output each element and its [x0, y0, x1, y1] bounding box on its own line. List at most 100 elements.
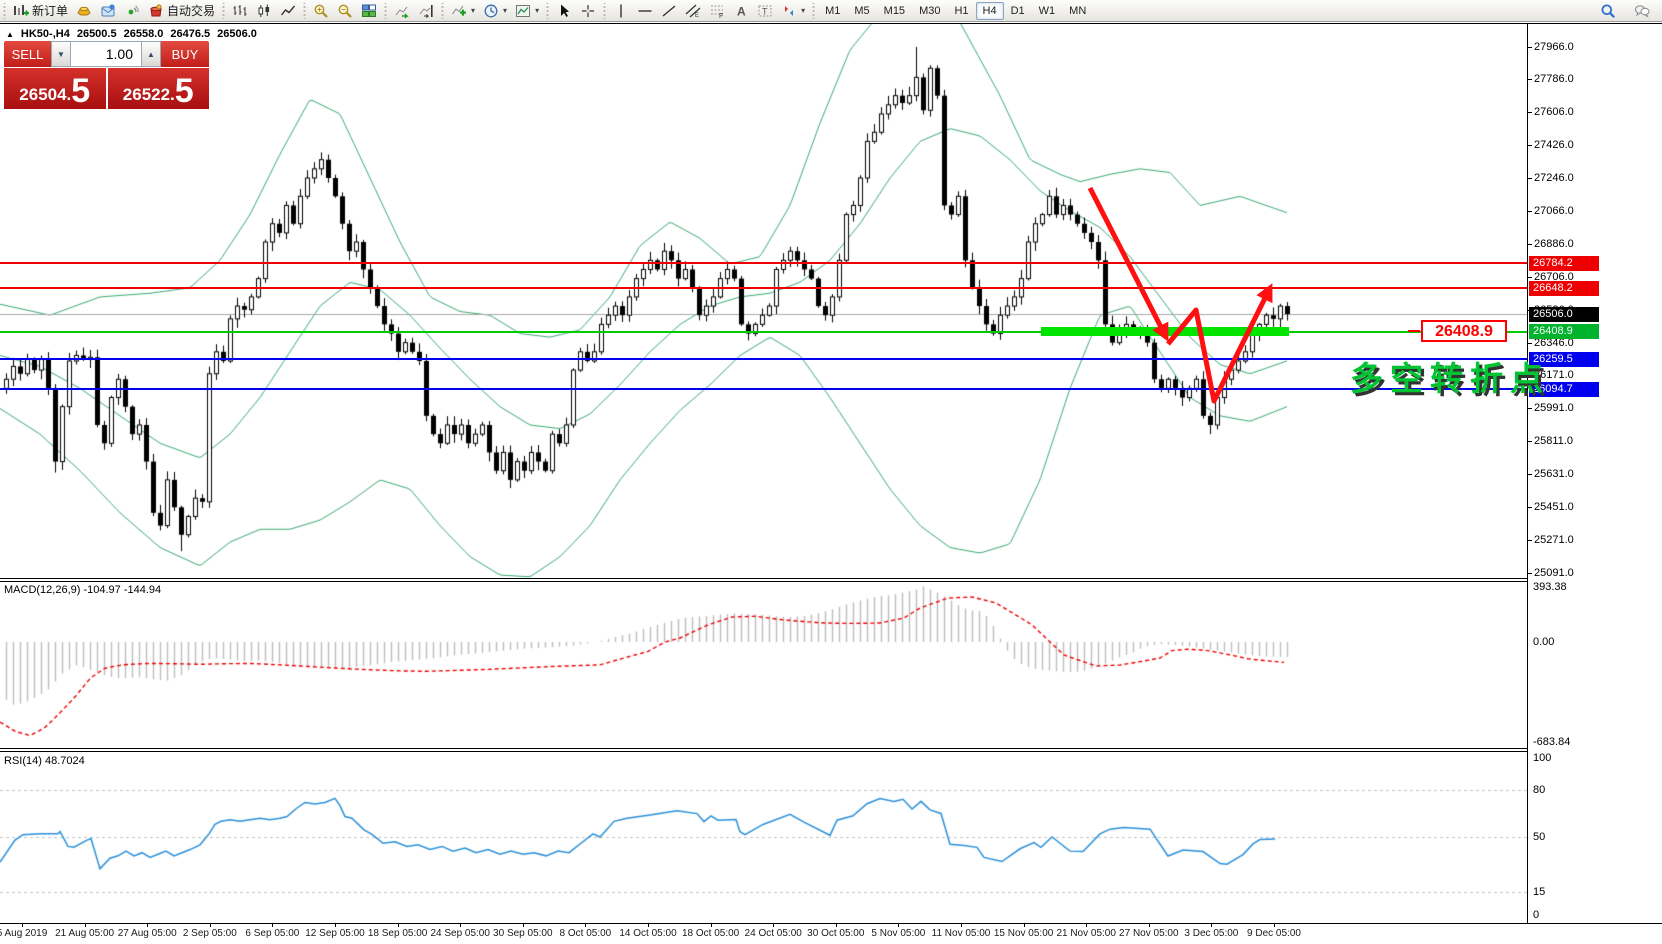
bar-chart-button[interactable] [228, 1, 252, 21]
buy-button[interactable]: BUY [161, 41, 209, 67]
macd-label: MACD(12,26,9) -104.97 -144.94 [4, 584, 161, 596]
timeframe-m5[interactable]: M5 [847, 2, 876, 20]
tile-windows-glyph [361, 3, 377, 19]
channel-button[interactable]: E [681, 1, 705, 21]
timeframe-m1[interactable]: M1 [818, 2, 847, 20]
indicator-axis-label: 100 [1533, 752, 1551, 764]
red-arrow-annotation[interactable] [0, 0, 1527, 578]
buy-price-main: 26522. [123, 84, 175, 106]
indicator-axis-label: 50 [1533, 831, 1545, 843]
crosshair-button[interactable] [576, 1, 600, 21]
text-label-button[interactable]: T [753, 1, 777, 21]
periods-button[interactable]: ▾ [479, 1, 511, 21]
rsi-separator-bottom[interactable] [0, 751, 1528, 752]
time-axis-label: 27 Aug 05:00 [118, 928, 177, 939]
arrows-button[interactable]: ▾ [777, 1, 809, 21]
dropdown-caret-icon: ▾ [471, 6, 475, 15]
signal-icon[interactable] [120, 1, 144, 21]
tile-windows-button[interactable] [357, 1, 381, 21]
fibonacci-button[interactable]: F [705, 1, 729, 21]
indicator-axis-label: 15 [1533, 886, 1545, 898]
volume-decrease-button[interactable]: ▼ [51, 41, 71, 67]
trendline-button[interactable] [657, 1, 681, 21]
autotrade-button[interactable]: 自动交易 [144, 1, 219, 21]
chart-shift-button[interactable] [414, 1, 438, 21]
toolbar-group-5 [552, 0, 600, 22]
timeframe-m30[interactable]: M30 [912, 2, 947, 20]
zoom-out-button[interactable] [333, 1, 357, 21]
axis-separator [1527, 23, 1528, 924]
price-axis-label: 27066.0 [1534, 205, 1574, 217]
toolbar-grip [545, 3, 550, 19]
toolbar-right [1596, 1, 1662, 21]
toolbar-grip [221, 3, 226, 19]
rsi-chart-canvas[interactable] [0, 752, 1527, 923]
sell-button[interactable]: SELL [4, 41, 51, 67]
cursor-glyph [556, 3, 572, 19]
periods-glyph [483, 3, 499, 19]
toolbar-grip [440, 3, 445, 19]
crosshair-glyph [580, 3, 596, 19]
gold-ingot-icon[interactable] [72, 1, 96, 21]
macd-chart-canvas[interactable] [0, 582, 1527, 748]
timeframe-mn[interactable]: MN [1062, 2, 1093, 20]
timeframe-h1[interactable]: H1 [947, 2, 975, 20]
indicators-button[interactable]: ▾ [447, 1, 479, 21]
horizontal-line-button[interactable] [633, 1, 657, 21]
vertical-line-button[interactable] [609, 1, 633, 21]
price-axis-label: 25271.0 [1534, 534, 1574, 546]
signal-glyph [124, 3, 140, 19]
autotrade-button-label: 自动交易 [167, 2, 215, 19]
cursor-button[interactable] [552, 1, 576, 21]
sell-price-tile[interactable]: 26504. 5 [4, 68, 106, 109]
macd-separator-top[interactable] [0, 578, 1528, 579]
bar-chart-glyph [232, 3, 248, 19]
auto-scroll-button[interactable] [390, 1, 414, 21]
search-icon[interactable] [1596, 1, 1620, 21]
templates-button[interactable]: ▾ [511, 1, 543, 21]
chat-icon[interactable] [1630, 1, 1654, 21]
collapse-triangle-icon[interactable]: ▲ [6, 30, 14, 39]
line-chart-button[interactable] [276, 1, 300, 21]
ohlc-close: 26506.0 [217, 28, 257, 40]
messenger-glyph [100, 3, 116, 19]
text-button[interactable]: A [729, 1, 753, 21]
toolbar-grip [2, 3, 7, 19]
symbol-header: ▲ HK50-,H4 26500.5 26558.0 26476.5 26506… [6, 28, 257, 40]
timeframe-m15[interactable]: M15 [877, 2, 912, 20]
rsi-separator-top[interactable] [0, 748, 1528, 749]
candlestick-chart-button[interactable] [252, 1, 276, 21]
buy-price-tile[interactable]: 26522. 5 [108, 68, 210, 109]
one-click-trading-panel: SELL ▼ ▲ BUY 26504. 5 26522. 5 [4, 41, 209, 109]
toolbar: 新订单自动交易▾▾▾EFAT▾M1M5M15M30H1H4D1W1MN [0, 0, 1662, 22]
toolbar-group-1 [228, 0, 300, 22]
new-order-button-label: 新订单 [32, 2, 68, 19]
volume-input[interactable] [71, 41, 141, 67]
timeframe-w1[interactable]: W1 [1032, 2, 1063, 20]
time-axis-label: 12 Sep 05:00 [305, 928, 365, 939]
svg-text:F: F [719, 13, 723, 19]
toolbar-group-0: 新订单 自动交易 [9, 0, 219, 22]
new-order-button[interactable]: 新订单 [9, 1, 72, 21]
hline-glyph [637, 3, 653, 19]
time-axis-label: 30 Oct 05:00 [807, 928, 864, 939]
fibo-glyph: F [709, 3, 725, 19]
messenger-icon[interactable] [96, 1, 120, 21]
time-axis-label: 21 Nov 05:00 [1056, 928, 1116, 939]
price-badge-26506.0: 26506.0 [1529, 307, 1599, 322]
trendline-glyph [661, 3, 677, 19]
zoom-in-button[interactable] [309, 1, 333, 21]
indicators-glyph [451, 3, 467, 19]
zoom-out-glyph [337, 3, 353, 19]
volume-increase-button[interactable]: ▲ [141, 41, 161, 67]
timeframe-d1[interactable]: D1 [1004, 2, 1032, 20]
time-axis[interactable]: 5 Aug 201921 Aug 05:0027 Aug 05:002 Sep … [0, 924, 1662, 944]
arrow-zigzag-stroke[interactable] [1168, 288, 1270, 401]
auto-scroll-glyph [394, 3, 410, 19]
arrow-down-stroke[interactable] [1090, 188, 1166, 337]
line-chart-glyph [280, 3, 296, 19]
timeframe-h4[interactable]: H4 [976, 2, 1004, 20]
price-axis-label: 27786.0 [1534, 73, 1574, 85]
gold-ingot-glyph [76, 3, 92, 19]
macd-separator-bottom[interactable] [0, 581, 1528, 582]
